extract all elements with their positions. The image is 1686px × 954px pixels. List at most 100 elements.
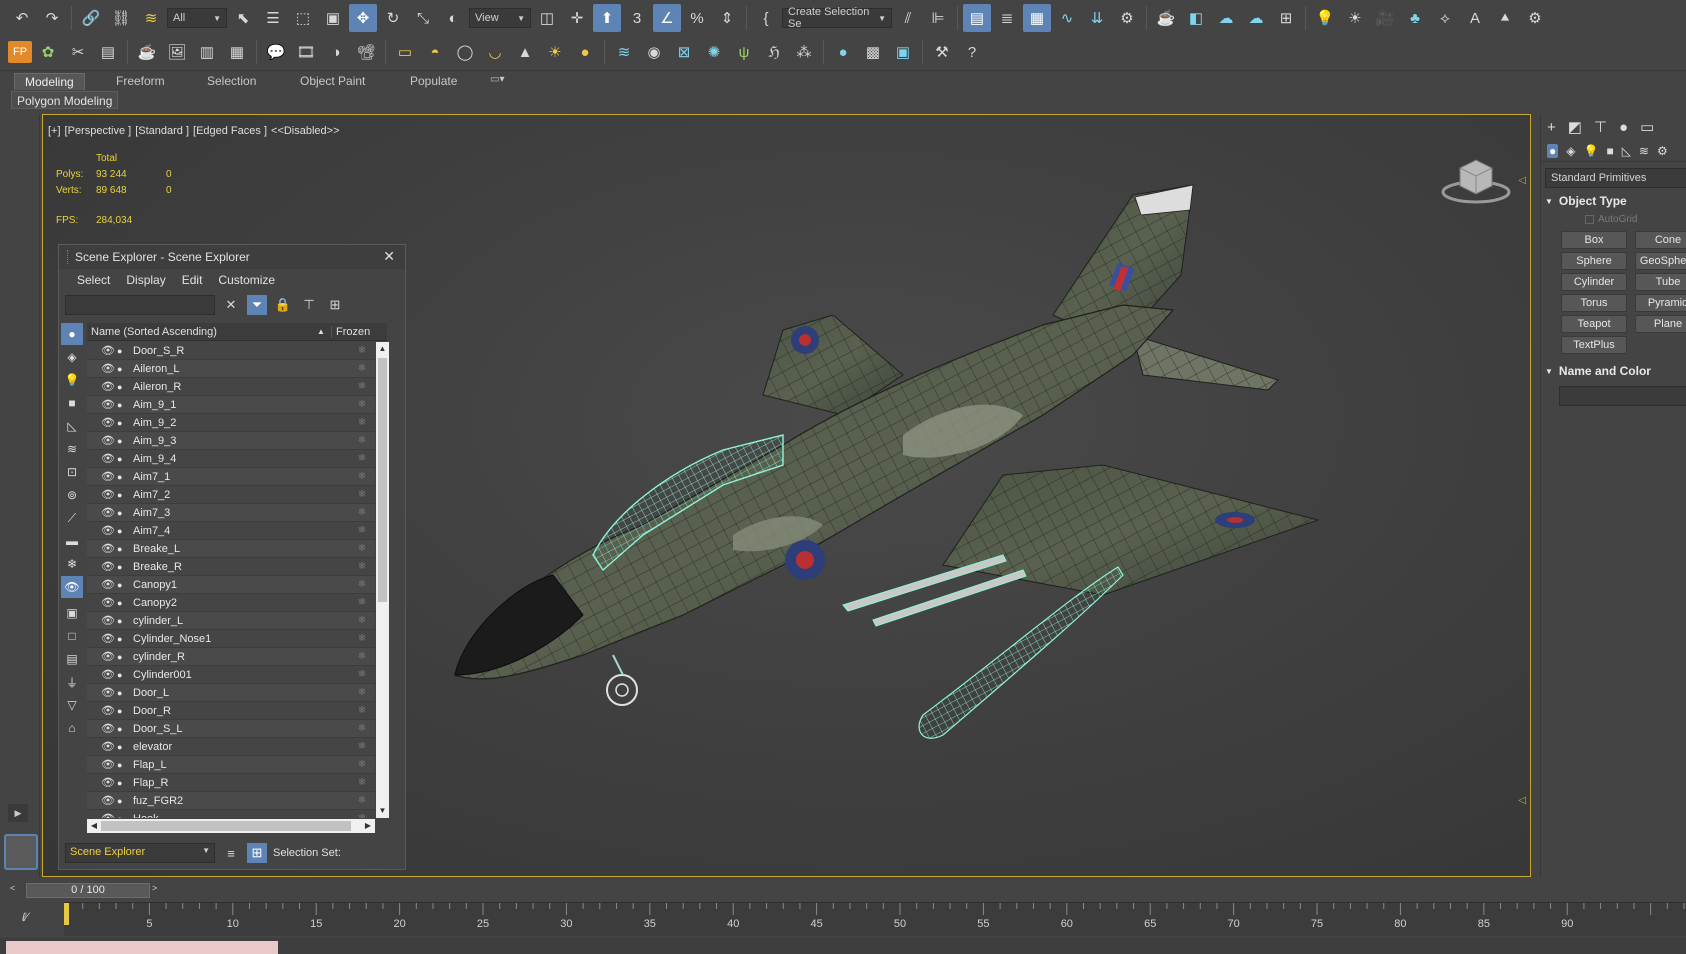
image-icon[interactable]: ▩ xyxy=(859,38,887,66)
frozen-toggle-icon[interactable]: ❄ xyxy=(349,543,375,554)
cameras-filter-icon[interactable]: ■ xyxy=(61,392,83,414)
visibility-icon[interactable]: 👁 xyxy=(101,344,117,357)
link-icon[interactable]: 🔗 xyxy=(77,4,105,32)
render-production-icon[interactable]: ☁ xyxy=(1212,4,1240,32)
list-item[interactable]: 👁 ● Canopy2 ❄ xyxy=(87,594,375,612)
forest-pack-icon[interactable]: FP xyxy=(8,41,32,63)
track-ruler[interactable]: 5 10 15 20 25 30 35 40 45 50 55 60 65 70 75 80 85 90 xyxy=(64,902,1686,936)
frozen-toggle-icon[interactable]: ❄ xyxy=(349,705,375,716)
spinner-snap-icon[interactable]: ⇕ xyxy=(713,4,741,32)
tools-icon[interactable]: ✂ xyxy=(64,38,92,66)
geometry-icon[interactable]: ● xyxy=(1547,143,1559,158)
frozen-toggle-icon[interactable]: ❄ xyxy=(349,687,375,698)
rectangular-selection-icon[interactable]: ⬚ xyxy=(289,4,317,32)
layer-hierarchy-icon[interactable]: ⊞ xyxy=(325,295,345,315)
list-item[interactable]: 👁 ● cylinder_R ❄ xyxy=(87,648,375,666)
rendered-frame-window-icon[interactable]: ◧ xyxy=(1182,4,1210,32)
pill-icon[interactable]: ◉ xyxy=(640,38,668,66)
name-color-rollout[interactable]: ▼ Name and Color xyxy=(1545,364,1686,378)
material-sphere-icon[interactable]: ● xyxy=(829,38,857,66)
window-crossing-icon[interactable]: ▣ xyxy=(319,4,347,32)
angle-snap-icon[interactable]: ∠ xyxy=(653,4,681,32)
box-button[interactable]: Box xyxy=(1561,231,1627,249)
visibility-icon[interactable]: 👁 xyxy=(101,668,117,681)
list-item[interactable]: 👁 ● Aim_9_3 ❄ xyxy=(87,432,375,450)
modify-tab-icon[interactable]: ◩ xyxy=(1568,118,1582,136)
list-item[interactable]: 👁 ● Aim7_2 ❄ xyxy=(87,486,375,504)
teapot-button[interactable]: Teapot xyxy=(1561,315,1627,333)
visibility-icon[interactable]: 👁 xyxy=(101,812,117,818)
frozen-toggle-icon[interactable]: ❄ xyxy=(349,615,375,626)
cone-button[interactable]: Cone xyxy=(1635,231,1686,249)
visibility-icon[interactable]: 👁 xyxy=(101,524,117,537)
film-icon[interactable]: 🎞 xyxy=(292,38,320,66)
visibility-icon[interactable]: 👁 xyxy=(101,470,117,483)
camera-reel-icon[interactable]: 📽 xyxy=(352,38,380,66)
sort-ascending-icon[interactable]: ▲ xyxy=(317,327,331,336)
frozen-toggle-icon[interactable]: ❄ xyxy=(349,399,375,410)
dome-icon[interactable]: ◓ xyxy=(421,38,449,66)
visibility-icon[interactable]: 👁 xyxy=(101,452,117,465)
visibility-icon[interactable]: 👁 xyxy=(101,560,117,573)
display-all-icon[interactable]: ▣ xyxy=(61,602,83,624)
frozen-toggle-icon[interactable]: ❄ xyxy=(349,597,375,608)
render-setup-icon[interactable]: ☕ xyxy=(1152,4,1180,32)
groups-filter-icon[interactable]: ⊡ xyxy=(61,461,83,483)
filter-funnel-icon[interactable]: ⏚ xyxy=(61,671,83,693)
text-icon[interactable]: A xyxy=(1461,4,1489,32)
frozen-toggle-icon[interactable]: ❄ xyxy=(349,345,375,356)
drag-grip-icon[interactable] xyxy=(67,250,69,264)
geosphere-button[interactable]: GeoSphere xyxy=(1635,252,1686,270)
list-item[interactable]: 👁 ● Door_R ❄ xyxy=(87,702,375,720)
list-item[interactable]: 👁 ● Aileron_L ❄ xyxy=(87,360,375,378)
helpers-filter-icon[interactable]: ◺ xyxy=(61,415,83,437)
named-selection-dropdown[interactable]: Create Selection Se ▼ xyxy=(782,6,892,30)
visibility-icon[interactable]: 👁 xyxy=(101,596,117,609)
maxscript-listener[interactable] xyxy=(6,941,278,954)
filter-icon[interactable]: ⏷ xyxy=(247,295,267,315)
picture-icon[interactable]: 🖼 xyxy=(163,38,191,66)
primitive-type-dropdown[interactable]: Standard Primitives xyxy=(1545,168,1686,188)
plane-button[interactable]: Plane xyxy=(1635,315,1686,333)
tab-populate[interactable]: Populate xyxy=(400,73,467,90)
bones-filter-icon[interactable]: ⟋ xyxy=(61,507,83,529)
autogrid-checkbox[interactable]: AutoGrid xyxy=(1585,214,1686,225)
motion-tab-icon[interactable]: ● xyxy=(1619,119,1628,136)
sphere-icon[interactable]: ● xyxy=(571,38,599,66)
visibility-icon[interactable]: 👁 xyxy=(101,362,117,375)
display-tab-icon[interactable]: ▭ xyxy=(1640,118,1654,136)
list-item[interactable]: 👁●Hook❄ xyxy=(87,810,375,819)
menu-select[interactable]: Select xyxy=(77,273,110,287)
curve-editor-icon[interactable]: ∿ xyxy=(1053,4,1081,32)
column-name[interactable]: Name (Sorted Ascending) xyxy=(87,326,317,338)
gear-sphere-icon[interactable]: ✺ xyxy=(700,38,728,66)
shapes-filter-icon[interactable]: ◈ xyxy=(61,346,83,368)
list-item[interactable]: 👁 ● Aileron_R ❄ xyxy=(87,378,375,396)
visibility-icon[interactable]: 👁 xyxy=(101,758,117,771)
light-icon[interactable]: 💡 xyxy=(1311,4,1339,32)
menu-customize[interactable]: Customize xyxy=(218,273,275,287)
material-editor-icon[interactable]: ⚙ xyxy=(1113,4,1141,32)
list-item[interactable]: 👁 ● Flap_L ❄ xyxy=(87,756,375,774)
textplus-button[interactable]: TextPlus xyxy=(1561,336,1627,354)
frozen-toggle-icon[interactable]: ❄ xyxy=(349,795,375,806)
sphere-half-icon[interactable]: ◑ xyxy=(322,38,350,66)
list-item[interactable]: 👁 ● Canopy1 ❄ xyxy=(87,576,375,594)
curve-editor-mini-icon[interactable]: ℓ∕ xyxy=(22,910,28,924)
reference-coordinate-dropdown[interactable]: View ▼ xyxy=(469,8,531,28)
frozen-toggle-icon[interactable]: ❄ xyxy=(349,669,375,680)
visibility-icon[interactable]: 👁 xyxy=(101,632,117,645)
spacewarps-filter-icon[interactable]: ≋ xyxy=(61,438,83,460)
visibility-icon[interactable]: 👁 xyxy=(101,542,117,555)
menu-edit[interactable]: Edit xyxy=(182,273,203,287)
frozen-toggle-icon[interactable]: ❄ xyxy=(349,561,375,572)
tube-button[interactable]: Tube xyxy=(1635,273,1686,291)
frozen-toggle-icon[interactable]: ❄ xyxy=(349,777,375,788)
scene-explorer-titlebar[interactable]: Scene Explorer - Scene Explorer ✕ xyxy=(59,245,405,269)
visibility-icon[interactable]: 👁 xyxy=(101,686,117,699)
bowl-icon[interactable]: ◡ xyxy=(481,38,509,66)
hair-icon[interactable]: ≋ xyxy=(610,38,638,66)
undo-icon[interactable]: ↶ xyxy=(8,4,36,32)
visibility-icon[interactable]: 👁 xyxy=(101,614,117,627)
tab-selection[interactable]: Selection xyxy=(197,73,266,90)
